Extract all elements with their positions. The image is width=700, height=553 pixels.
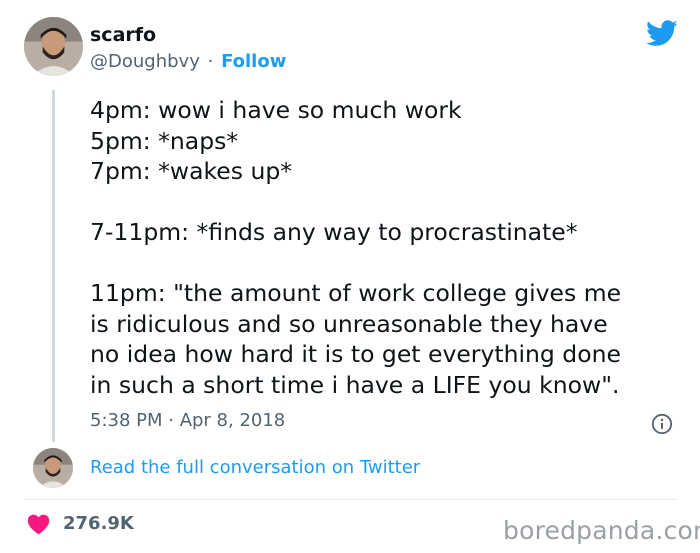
author-handle-row: @Doughbvy · Follow [90,50,286,74]
conversation-avatar[interactable] [33,448,73,488]
handle-separator: · [207,51,214,72]
divider [24,499,677,500]
site-watermark: boredpanda.com [503,516,700,545]
tweet-card: scarfo @Doughbvy · Follow 4pm: wow i hav… [0,0,700,553]
tweet-line: in such a short time i have a LIFE you k… [90,370,620,399]
read-conversation-link[interactable]: Read the full conversation on Twitter [90,456,420,480]
avatar-photo [24,17,83,76]
author-handle[interactable]: @Doughbvy [90,51,200,72]
tweet-line: 11pm: "the amount of work college gives … [90,279,622,307]
tweet-line: is ridiculous and so unreasonable they h… [90,309,608,338]
like-count[interactable]: 276.9K [63,512,134,536]
author-avatar[interactable] [24,17,83,76]
info-icon[interactable] [651,413,673,435]
avatar-photo [33,448,73,488]
twitter-bird-icon[interactable] [646,20,678,47]
author-display-name[interactable]: scarfo [90,23,156,47]
tweet-line: no idea how hard it is to get everything… [90,340,621,368]
tweet-body: 4pm: wow i have so much work 5pm: *naps*… [90,95,690,400]
heart-icon[interactable] [27,514,50,535]
follow-button[interactable]: Follow [221,51,286,72]
tweet-line: 7-11pm: *finds any way to procrastinate* [90,218,578,246]
tweet-line: 5pm: *naps* [90,126,239,155]
thread-connector-line [52,90,55,442]
tweet-line: 7pm: *wakes up* [90,157,293,185]
tweet-line: 4pm: wow i have so much work [90,96,462,124]
tweet-timestamp[interactable]: 5:38 PM · Apr 8, 2018 [90,409,285,433]
